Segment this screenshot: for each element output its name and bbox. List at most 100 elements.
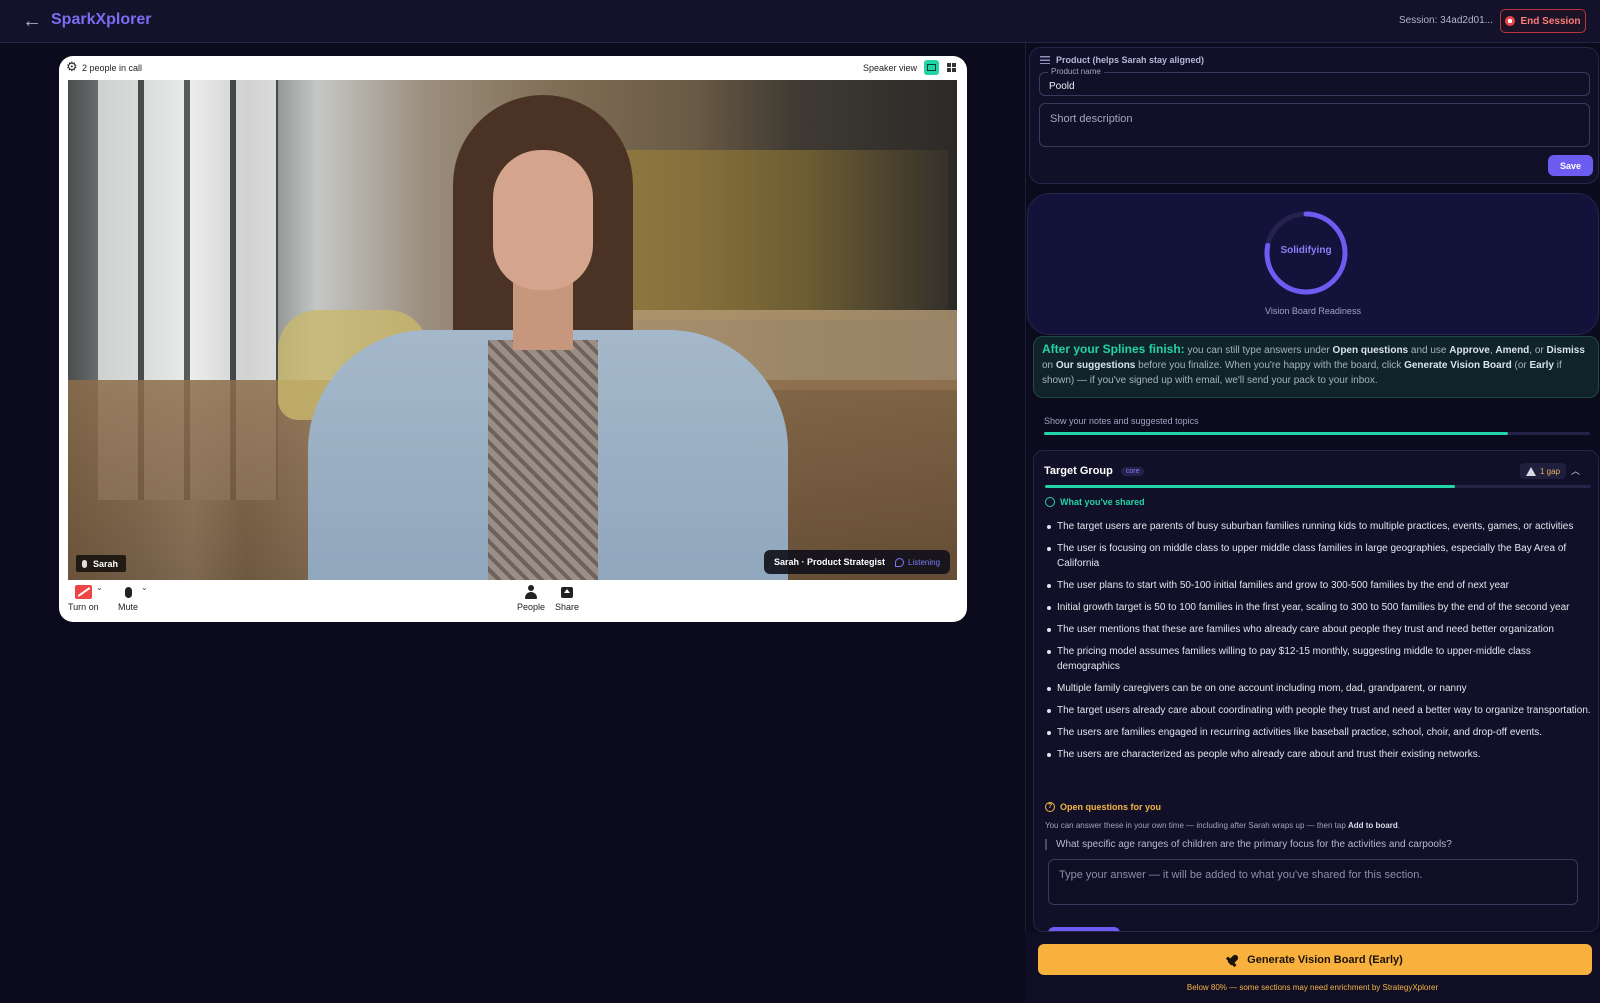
camera-button[interactable]: Turn on — [68, 580, 99, 612]
shared-item: The users are characterized as people wh… — [1045, 747, 1593, 762]
open-questions-heading: ? Open questions for you — [1045, 802, 1161, 812]
shared-heading: What you've shared — [1045, 497, 1145, 507]
warning-icon — [1526, 466, 1536, 476]
info-bold: Generate Vision Board — [1404, 360, 1512, 371]
shared-item: The users are families engaged in recurr… — [1045, 725, 1593, 740]
answer-input[interactable]: Type your answer — it will be added to w… — [1048, 859, 1578, 905]
info-bold: Our suggestions — [1055, 360, 1136, 371]
core-badge: core — [1120, 466, 1145, 476]
info-bold: Open questions — [1332, 345, 1409, 356]
ai-agent-tag: Sarah · Product Strategist Listening — [764, 550, 951, 574]
grid-view-toggle[interactable] — [944, 60, 959, 75]
shared-list: The target users are parents of busy sub… — [1045, 519, 1593, 769]
shared-item: The user plans to start with 50-100 init… — [1045, 578, 1593, 593]
target-group-progress-bar — [1045, 485, 1591, 488]
session-id: Session: 34ad2d01... — [1399, 15, 1493, 26]
ai-agent-label: Sarah · Product Strategist — [774, 557, 886, 567]
video-call-window: ⚙ 2 people in call Speaker view Sarah Sa… — [59, 56, 967, 622]
mic-icon — [82, 559, 87, 568]
video-feed: Sarah Sarah · Product Strategist Listeni… — [68, 80, 957, 580]
info-text: you can still type answers under — [1184, 345, 1333, 356]
mic-options-chevron-icon[interactable]: ⌄ — [141, 583, 148, 592]
person-icon — [525, 585, 538, 599]
info-text: and use — [1408, 345, 1450, 356]
participant-shirt — [488, 340, 598, 580]
share-label: Share — [555, 602, 580, 612]
shared-item: Initial growth target is 50 to 100 famil… — [1045, 600, 1593, 615]
gap-label: 1 gap — [1540, 466, 1561, 476]
open-questions-note: You can answer these in your own time — … — [1045, 821, 1400, 830]
share-screen-icon — [561, 586, 574, 598]
product-name-field[interactable]: Product name Poold — [1039, 67, 1590, 96]
notes-progress-bar — [1044, 432, 1590, 435]
product-card-title: Product (helps Sarah stay aligned) — [1040, 55, 1204, 65]
threshold-note: Below 80% — some sections may need enric… — [1186, 983, 1439, 992]
generate-vision-board-button[interactable]: Generate Vision Board (Early) — [1038, 944, 1592, 975]
mute-button[interactable]: Mute — [118, 580, 138, 612]
shared-item: The user is focusing on middle class to … — [1045, 541, 1593, 571]
info-lead: After your Splines finish: — [1042, 342, 1185, 356]
check-circle-icon — [1045, 497, 1055, 507]
share-icon-wrap — [561, 582, 574, 602]
save-button[interactable]: Save — [1548, 155, 1593, 176]
participant-name-tag: Sarah — [76, 555, 127, 572]
info-bold: Early — [1529, 360, 1554, 371]
shared-item: Multiple family caregivers can be on one… — [1045, 681, 1593, 696]
shared-item: The pricing model assumes families willi… — [1045, 644, 1593, 674]
microphone-icon — [124, 586, 132, 598]
info-bold: Approve — [1449, 345, 1490, 356]
readiness-status: Solidifying — [1280, 245, 1332, 256]
info-bold: Amend — [1495, 345, 1530, 356]
product-title-text: Product (helps Sarah stay aligned) — [1056, 55, 1205, 65]
gear-icon[interactable]: ⚙ — [66, 60, 80, 74]
chevron-up-icon[interactable]: ︿ — [1571, 464, 1580, 477]
speaker-view-toggle[interactable] — [924, 60, 939, 75]
shared-item: The target users are parents of busy sub… — [1045, 519, 1593, 534]
listening-label: Listening — [908, 557, 941, 567]
camera-options-chevron-icon[interactable]: ⌄ — [96, 583, 103, 592]
target-group-title: Target Group — [1044, 465, 1113, 477]
participant-video — [288, 80, 808, 580]
open-note-text: . — [1397, 821, 1400, 830]
end-session-label: End Session — [1520, 15, 1581, 27]
app-brand: SparkXplorer — [51, 11, 152, 28]
open-note-text: You can answer these in your own time — … — [1045, 821, 1348, 830]
readiness-card: Solidifying Vision Board Readiness — [1027, 193, 1599, 335]
open-questions-heading-text: Open questions for you — [1060, 802, 1162, 812]
short-description-field[interactable]: Short description — [1039, 103, 1590, 147]
notes-toggle[interactable]: Show your notes and suggested topics — [1044, 416, 1199, 426]
product-card: Product (helps Sarah stay aligned) Produ… — [1029, 47, 1599, 184]
question-circle-icon: ? — [1045, 802, 1055, 812]
end-session-button[interactable]: End Session — [1500, 9, 1586, 33]
info-text: , or — [1529, 345, 1547, 356]
target-group-header[interactable]: Target Group core — [1044, 465, 1145, 477]
top-bar: ← SparkXplorer Session: 34ad2d01... End … — [0, 0, 1600, 43]
people-button[interactable]: People — [517, 580, 545, 612]
shared-heading-text: What you've shared — [1060, 497, 1145, 507]
back-arrow-icon[interactable]: ← — [20, 10, 44, 32]
list-icon — [1040, 56, 1050, 64]
camera-off-icon — [74, 585, 92, 599]
call-header: ⚙ 2 people in call Speaker view — [59, 56, 967, 80]
camera-label: Turn on — [68, 602, 99, 612]
people-label: People — [517, 602, 546, 612]
shared-item: The user mentions that these are familie… — [1045, 622, 1593, 637]
listening-status: Listening — [895, 557, 941, 567]
shared-item: The target users already care about coor… — [1045, 703, 1593, 718]
target-group-card: Target Group core 1 gap ︿ What you've sh… — [1033, 450, 1599, 932]
speaker-view-icon — [927, 64, 936, 71]
ear-icon — [895, 557, 905, 567]
share-button[interactable]: Share — [555, 580, 579, 612]
product-name-value: Poold — [1049, 81, 1075, 92]
participant-face — [493, 150, 593, 290]
rocket-icon — [1225, 951, 1242, 968]
product-name-label: Product name — [1048, 67, 1104, 76]
mute-label: Mute — [118, 602, 139, 612]
generate-label: Generate Vision Board (Early) — [1247, 953, 1403, 966]
readiness-label: Vision Board Readiness — [1265, 306, 1361, 316]
participant-name: Sarah — [93, 558, 119, 569]
speaker-view-label: Speaker view — [863, 63, 918, 73]
notes-progress-fill — [1044, 432, 1509, 435]
grid-icon — [947, 63, 956, 72]
info-text: before you finalize. When you're happy w… — [1135, 360, 1405, 371]
